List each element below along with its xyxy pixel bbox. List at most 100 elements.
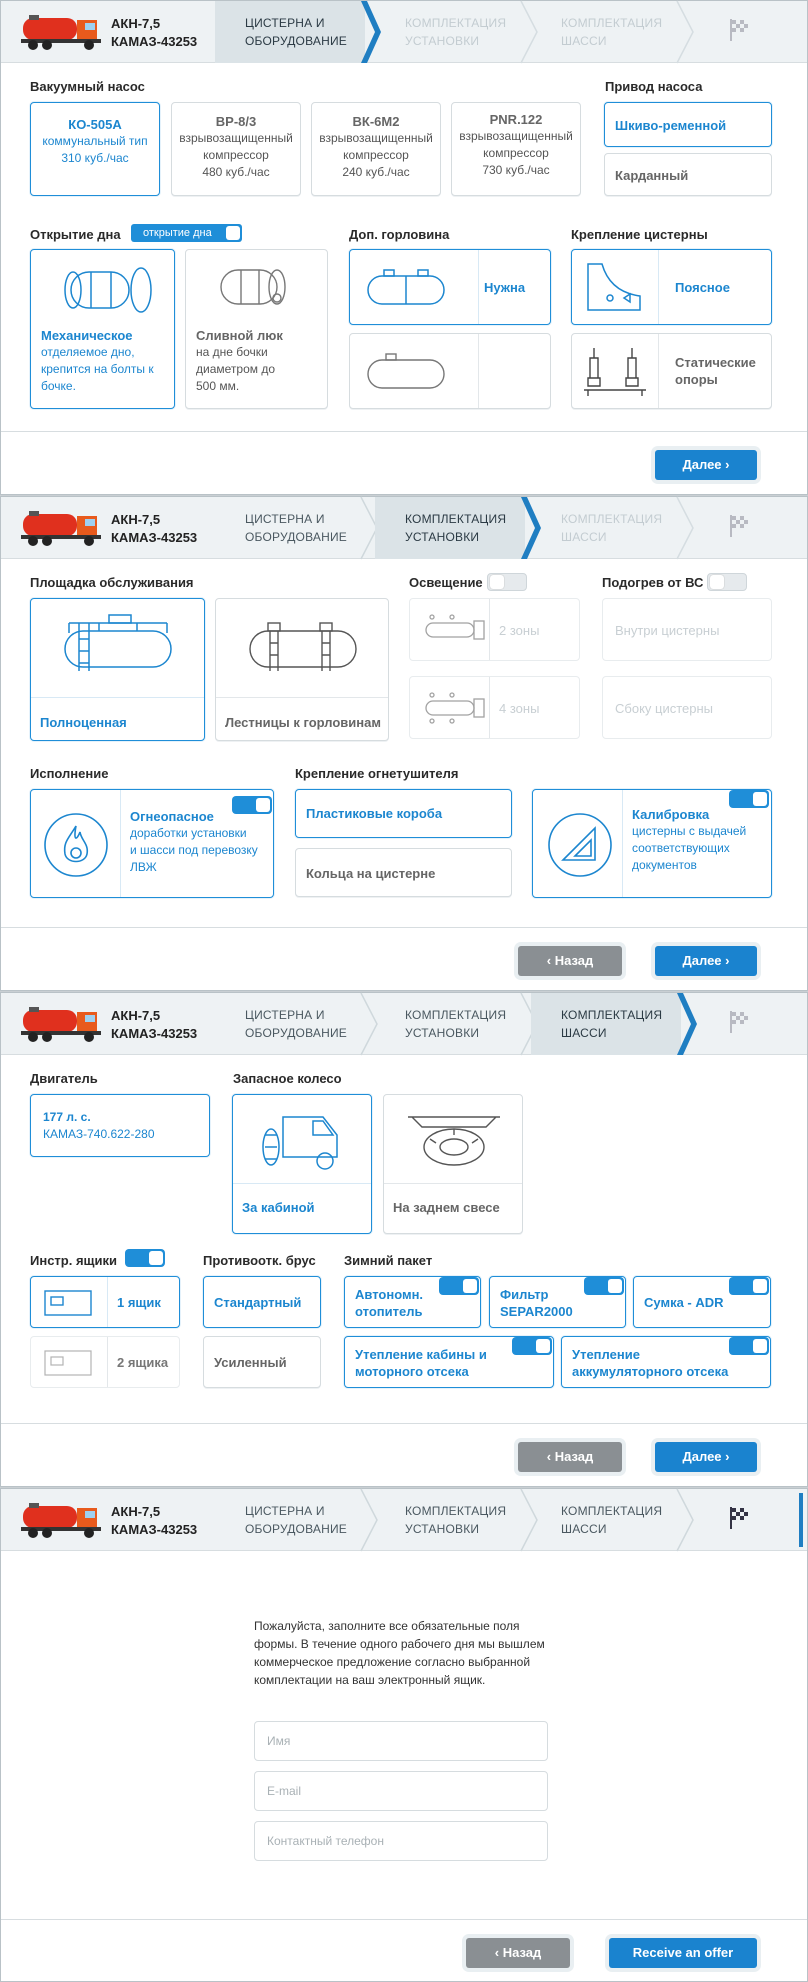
lights-2zones-icon — [425, 614, 485, 640]
option-title: 2 зоны — [499, 623, 540, 638]
lighting-option-2zones[interactable]: 2 зоны — [409, 598, 580, 661]
truck-model: АКН-7,5 КАМАЗ-43253 — [111, 511, 211, 547]
phone-input[interactable] — [267, 1822, 535, 1860]
bar-option-reinforced[interactable]: Усиленный — [203, 1336, 321, 1388]
mount-option-static[interactable]: Статические опоры — [571, 333, 772, 409]
winter-toggle[interactable] — [512, 1337, 552, 1355]
tab-unit-config[interactable]: КОМПЛЕКТАЦИЯ УСТАНОВКИ — [375, 1488, 538, 1552]
spare-option-rear[interactable]: На заднем свесе — [383, 1094, 523, 1234]
belt-mount-icon — [587, 263, 641, 311]
tab-unit-config[interactable]: КОМПЛЕКТАЦИЯ УСТАНОВКИ — [375, 0, 538, 64]
winter-option-battery-insulation[interactable]: Утепление аккумуляторного отсека — [561, 1336, 771, 1388]
pump-option-vk6m2[interactable]: ВК-6М2 взрывозащищенный компрессор 240 куб.… — [311, 102, 441, 196]
platform-option-ladders[interactable]: Лестницы к горловинам — [215, 598, 389, 741]
active-step-indicator — [799, 1493, 803, 1547]
option-desc: бочке. — [41, 379, 76, 393]
name-field[interactable] — [254, 1721, 548, 1761]
engine-option[interactable]: 177 л. с. КАМАЗ-740.622-280 — [30, 1094, 210, 1157]
bottom-option-mechanical[interactable]: Механическое отделяемое дно, крепится на б… — [30, 249, 175, 409]
pump-option-ko505a[interactable]: КО-505А коммунальный тип 310 куб./час — [30, 102, 160, 196]
next-button[interactable]: Далее › — [655, 1442, 757, 1472]
button-label: Назад — [554, 953, 594, 968]
tab-chassis-config[interactable]: КОМПЛЕКТАЦИЯ ШАССИ — [531, 496, 694, 560]
tab-tank-equipment[interactable]: ЦИСТЕРНА И ОБОРУДОВАНИЕ — [215, 1, 381, 63]
winter-option-filter[interactable]: Фильтр SEPAR2000 — [489, 1276, 626, 1328]
neck-option-none[interactable] — [349, 333, 551, 409]
email-field[interactable] — [254, 1771, 548, 1811]
model-name: АКН-7,5 — [111, 512, 161, 527]
bottom-option-hatch[interactable]: Сливной люк на дне бочки диаметром до 500 м… — [185, 249, 328, 409]
checkered-flag-icon[interactable] — [727, 1009, 753, 1035]
pump-option-vr83[interactable]: ВР-8/3 взрывозащищенный компрессор 480 куб.… — [171, 102, 301, 196]
checkered-flag-icon[interactable] — [727, 513, 753, 539]
winter-option-heater[interactable]: Автономн. отопитель — [344, 1276, 481, 1328]
back-button[interactable]: ‹ Назад — [518, 1442, 622, 1472]
next-button[interactable]: Далее › — [655, 946, 757, 976]
heating-option-inside[interactable]: Внутри цистерны — [602, 598, 772, 661]
tab-unit-config[interactable]: КОМПЛЕКТАЦИЯ УСТАНОВКИ — [375, 497, 541, 559]
platform-option-full[interactable]: Полноценная — [30, 598, 205, 741]
checkered-flag-icon[interactable] — [727, 1505, 753, 1531]
tools-option-1box[interactable]: 1 ящик — [30, 1276, 180, 1328]
extinguisher-option-plastic[interactable]: Пластиковые короба — [295, 789, 512, 838]
extinguisher-option-rings[interactable]: Кольца на цистерне — [295, 848, 512, 897]
pump-option-pnr122[interactable]: PNR.122 взрывозащищенный компрессор 730 куб… — [451, 102, 581, 196]
button-label: Далее — [682, 1449, 722, 1464]
tools-toggle[interactable] — [125, 1249, 165, 1267]
tank-ladders-icon — [249, 622, 357, 671]
next-button[interactable]: Далее › — [655, 450, 757, 480]
heating-toggle[interactable] — [707, 573, 747, 591]
lighting-option-4zones[interactable]: 4 зоны — [409, 676, 580, 739]
tank-hatch-icon — [220, 269, 286, 305]
tank-neck-icon — [367, 269, 445, 305]
calibration-option[interactable]: Калибровка цистерны с выдачей соответствую… — [532, 789, 772, 898]
option-desc: диаметром до — [196, 362, 276, 376]
winter-toggle[interactable] — [729, 1277, 769, 1295]
option-desc: цистерны с выдачей — [632, 824, 747, 838]
tab-label: ШАССИ — [561, 530, 607, 544]
drive-option-belt[interactable]: Шкиво-ременной — [604, 102, 772, 147]
option-title: Пластиковые короба — [306, 806, 443, 821]
exec-option-flammable[interactable]: Огнеопасное доработки установки и шасси по… — [30, 789, 274, 898]
tab-unit-config[interactable]: КОМПЛЕКТАЦИЯ УСТАНОВКИ — [375, 992, 538, 1056]
winter-option-adr-bag[interactable]: Сумка - ADR — [633, 1276, 771, 1328]
winter-toggle[interactable] — [729, 1337, 769, 1355]
name-input[interactable] — [267, 1722, 535, 1760]
flame-icon — [44, 813, 108, 877]
tab-label: КОМПЛЕКТАЦИЯ — [561, 512, 663, 526]
tools-option-2boxes[interactable]: 2 ящика — [30, 1336, 180, 1388]
tab-tank-equipment[interactable]: ЦИСТЕРНА И ОБОРУДОВАНИЕ — [215, 1488, 378, 1552]
checkered-flag-icon[interactable] — [727, 17, 753, 43]
email-input[interactable] — [267, 1772, 535, 1810]
tab-tank-equipment[interactable]: ЦИСТЕРНА И ОБОРУДОВАНИЕ — [215, 992, 378, 1056]
mount-option-belt[interactable]: Поясное — [571, 249, 772, 325]
tab-chassis-config[interactable]: КОМПЛЕКТАЦИЯ ШАССИ — [531, 993, 697, 1055]
phone-field[interactable] — [254, 1821, 548, 1861]
tab-chassis-config[interactable]: КОМПЛЕКТАЦИЯ ШАССИ — [531, 1488, 694, 1552]
option-title: 4 зоны — [499, 701, 540, 716]
back-button[interactable]: ‹ Назад — [466, 1938, 570, 1968]
tab-tank-equipment[interactable]: ЦИСТЕРНА И ОБОРУДОВАНИЕ — [215, 496, 378, 560]
lights-4zones-icon — [425, 692, 485, 724]
winter-toggle[interactable] — [584, 1277, 624, 1295]
option-title: Сливной люк — [196, 328, 283, 343]
option-title: опоры — [675, 372, 718, 387]
tab-label: КОМПЛЕКТАЦИЯ — [405, 512, 507, 526]
bottom-opening-toggle[interactable]: открытие дна — [131, 224, 242, 242]
option-title: Карданный — [615, 168, 689, 183]
winter-toggle[interactable] — [439, 1277, 479, 1295]
receive-offer-button[interactable]: Receive an offer — [609, 1938, 757, 1968]
option-desc: компрессор — [343, 148, 409, 162]
lighting-toggle[interactable] — [487, 573, 527, 591]
option-title: Стандартный — [214, 1295, 302, 1310]
bar-option-standard[interactable]: Стандартный — [203, 1276, 321, 1328]
spare-option-behind-cab[interactable]: За кабиной — [232, 1094, 372, 1234]
winter-option-cab-insulation[interactable]: Утепление кабины и моторного отсека — [344, 1336, 554, 1388]
tab-chassis-config[interactable]: КОМПЛЕКТАЦИЯ ШАССИ — [531, 0, 694, 64]
tanker-truck-icon — [21, 1007, 101, 1042]
neck-option-needed[interactable]: Нужна — [349, 249, 551, 325]
back-button[interactable]: ‹ Назад — [518, 946, 622, 976]
heating-option-side[interactable]: Сбоку цистерны — [602, 676, 772, 739]
drive-option-cardan[interactable]: Карданный — [604, 153, 772, 196]
option-title: На заднем свесе — [393, 1200, 500, 1215]
